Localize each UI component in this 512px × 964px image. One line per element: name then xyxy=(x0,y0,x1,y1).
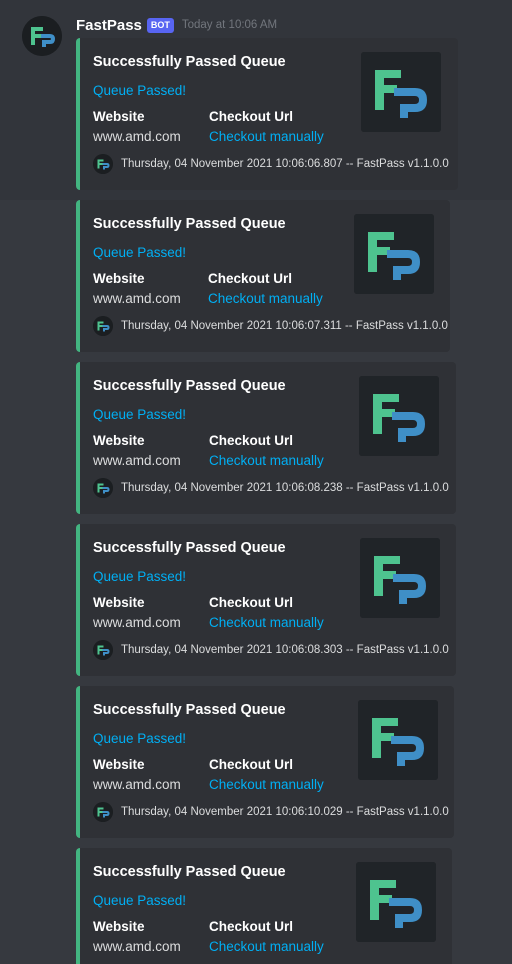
checkout-manually-link[interactable]: Checkout manually xyxy=(208,290,323,308)
footer-logo-icon xyxy=(93,154,113,174)
embed-description: Queue Passed! xyxy=(93,569,187,584)
footer-text: Thursday, 04 November 2021 10:06:07.311 … xyxy=(121,320,448,332)
embed-thumbnail[interactable] xyxy=(361,52,441,132)
embed-description: Queue Passed! xyxy=(93,83,187,98)
embed-title: Successfully Passed Queue xyxy=(93,864,286,880)
field-name: Website xyxy=(93,757,145,772)
embed-thumbnail[interactable] xyxy=(356,862,436,942)
field-checkout-url: Checkout Url Checkout manually xyxy=(209,756,324,794)
field-name: Checkout Url xyxy=(209,757,294,772)
bot-tag: BOT xyxy=(146,17,174,33)
checkout-manually-link[interactable]: Checkout manually xyxy=(209,614,324,632)
embed-title: Successfully Passed Queue xyxy=(93,216,286,232)
field-checkout-url: Checkout Url Checkout manually xyxy=(209,432,324,470)
embed-card: Successfully Passed Queue Queue Passed! … xyxy=(76,686,454,838)
embed-footer: Thursday, 04 November 2021 10:06:08.303 … xyxy=(93,640,449,660)
field-value: www.amd.com xyxy=(93,939,181,954)
embed-title: Successfully Passed Queue xyxy=(93,54,286,70)
field-value: www.amd.com xyxy=(93,453,181,468)
field-website: Website www.amd.com xyxy=(93,432,181,470)
footer-logo-icon xyxy=(93,802,113,822)
field-name: Checkout Url xyxy=(209,433,294,448)
footer-logo-icon xyxy=(93,316,113,336)
fastpass-logo-icon xyxy=(361,52,441,132)
fastpass-logo-icon xyxy=(358,700,438,780)
embed-footer: Thursday, 04 November 2021 10:06:10.029 … xyxy=(93,802,449,822)
footer-text: Thursday, 04 November 2021 10:06:08.238 … xyxy=(121,482,449,494)
field-website: Website www.amd.com xyxy=(93,594,181,632)
field-value: www.amd.com xyxy=(93,615,181,630)
field-checkout-url: Checkout Url Checkout manually xyxy=(208,270,323,308)
embed-title: Successfully Passed Queue xyxy=(93,378,286,394)
embed-description: Queue Passed! xyxy=(93,245,187,260)
checkout-manually-link[interactable]: Checkout manually xyxy=(209,452,324,470)
embed-footer: Thursday, 04 November 2021 10:06:07.311 … xyxy=(93,316,448,336)
embed-footer: Thursday, 04 November 2021 10:06:08.238 … xyxy=(93,478,449,498)
embed-card: Successfully Passed Queue Queue Passed! … xyxy=(76,362,456,514)
embed-card: Successfully Passed Queue Queue Passed! … xyxy=(76,38,458,190)
embed-description: Queue Passed! xyxy=(93,407,187,422)
fastpass-logo-icon xyxy=(354,214,434,294)
checkout-manually-link[interactable]: Checkout manually xyxy=(209,128,324,146)
message-header: FastPass BOT Today at 10:06 AM xyxy=(76,15,277,35)
bot-avatar[interactable] xyxy=(22,16,62,56)
field-value: www.amd.com xyxy=(93,129,181,144)
field-checkout-url: Checkout Url Checkout manually xyxy=(209,108,324,146)
field-name: Checkout Url xyxy=(209,919,294,934)
fastpass-logo-icon xyxy=(360,538,440,618)
field-website: Website www.amd.com xyxy=(93,756,181,794)
username[interactable]: FastPass xyxy=(76,17,142,34)
embed-footer: Thursday, 04 November 2021 10:06:06.807 … xyxy=(93,154,449,174)
field-value: www.amd.com xyxy=(93,777,181,792)
embed-thumbnail[interactable] xyxy=(359,376,439,456)
field-website: Website www.amd.com xyxy=(93,270,181,308)
field-name: Checkout Url xyxy=(208,271,293,286)
footer-logo-icon xyxy=(93,478,113,498)
field-name: Website xyxy=(93,271,145,286)
field-name: Website xyxy=(93,109,145,124)
message: FastPass BOT Today at 10:06 AM Successfu… xyxy=(0,0,512,964)
footer-text: Thursday, 04 November 2021 10:06:06.807 … xyxy=(121,158,449,170)
checkout-manually-link[interactable]: Checkout manually xyxy=(209,938,324,956)
embed-card: Successfully Passed Queue Queue Passed! … xyxy=(76,524,456,676)
field-name: Website xyxy=(93,595,145,610)
embed-title: Successfully Passed Queue xyxy=(93,702,286,718)
field-website: Website www.amd.com xyxy=(93,918,181,956)
embed-thumbnail[interactable] xyxy=(360,538,440,618)
fastpass-logo-icon xyxy=(356,862,436,942)
footer-text: Thursday, 04 November 2021 10:06:10.029 … xyxy=(121,806,449,818)
field-checkout-url: Checkout Url Checkout manually xyxy=(209,918,324,956)
embed-thumbnail[interactable] xyxy=(354,214,434,294)
fastpass-logo-icon xyxy=(359,376,439,456)
embed-description: Queue Passed! xyxy=(93,731,187,746)
field-name: Checkout Url xyxy=(209,109,294,124)
field-name: Checkout Url xyxy=(209,595,294,610)
field-name: Website xyxy=(93,433,145,448)
field-checkout-url: Checkout Url Checkout manually xyxy=(209,594,324,632)
checkout-manually-link[interactable]: Checkout manually xyxy=(209,776,324,794)
field-value: www.amd.com xyxy=(93,291,181,306)
embed-title: Successfully Passed Queue xyxy=(93,540,286,556)
field-website: Website www.amd.com xyxy=(93,108,181,146)
embed-thumbnail[interactable] xyxy=(358,700,438,780)
footer-text: Thursday, 04 November 2021 10:06:08.303 … xyxy=(121,644,449,656)
footer-logo-icon xyxy=(93,640,113,660)
fastpass-logo-icon xyxy=(22,16,62,56)
embed-card: Successfully Passed Queue Queue Passed! … xyxy=(76,848,452,964)
embed-description: Queue Passed! xyxy=(93,893,187,908)
embed-card: Successfully Passed Queue Queue Passed! … xyxy=(76,200,450,352)
message-timestamp[interactable]: Today at 10:06 AM xyxy=(182,19,277,31)
field-name: Website xyxy=(93,919,145,934)
